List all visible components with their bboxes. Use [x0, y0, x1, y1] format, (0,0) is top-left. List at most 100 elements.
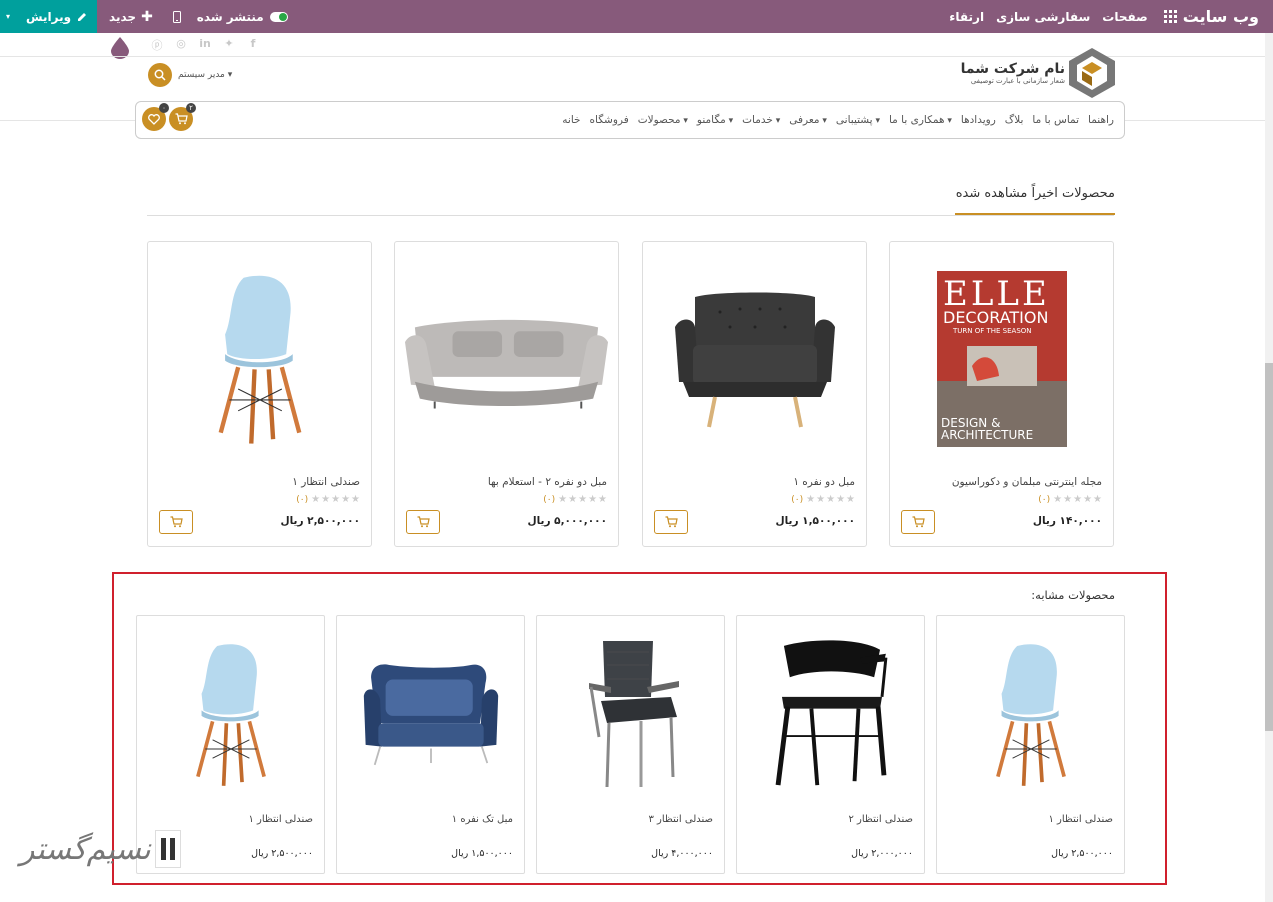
star-icon: ★ [826, 494, 836, 505]
recent-product-card[interactable]: ELLE DECORATION TURN OF THE SEASON DESIG… [889, 241, 1114, 547]
product-price: ۲,۰۰۰,۰۰۰ ریال [851, 848, 913, 859]
pinterest-icon[interactable]: ⓟ [150, 37, 164, 53]
nav-item-4[interactable]: خدمات [742, 114, 780, 126]
cart-icon [665, 516, 678, 528]
star-icon: ★ [568, 494, 578, 505]
cart-icon [417, 516, 430, 528]
similar-product-card[interactable]: مبل تک نفره ۱ ۱,۵۰۰,۰۰۰ ریال [336, 615, 525, 874]
product-image[interactable] [945, 624, 1116, 804]
product-image[interactable] [653, 254, 856, 464]
logo-text: نام شرکت شما شعار سازمانی با عبارت توصیف… [961, 61, 1065, 85]
star-icon: ★ [1053, 494, 1063, 505]
search-button[interactable] [148, 63, 172, 87]
heart-icon [148, 113, 160, 125]
main-navbar: خانه فروشگاه محصولات مگامنو خدمات معرفی پشتیبا… [135, 101, 1125, 139]
publish-toggle[interactable]: منتشر شده [189, 10, 296, 24]
add-to-cart-button[interactable] [159, 510, 193, 534]
product-rating: ★ ★ ★ ★ ★ (۰) [1038, 494, 1102, 505]
add-to-cart-button[interactable] [654, 510, 688, 534]
star-icon: ★ [846, 494, 855, 505]
nav-item-2[interactable]: محصولات [638, 114, 688, 126]
topbar-link-customize[interactable]: سفارشی سازی [990, 10, 1096, 24]
product-price: ۴,۰۰۰,۰۰۰ ریال [651, 848, 713, 859]
new-button[interactable]: جدید ✚ [97, 9, 165, 25]
product-image[interactable] [145, 624, 316, 804]
product-image[interactable]: ELLE DECORATION TURN OF THE SEASON DESIG… [900, 254, 1103, 464]
star-icon: ★ [598, 494, 607, 505]
add-to-cart-button[interactable] [901, 510, 935, 534]
chevron-down-icon: ▾ [227, 70, 233, 80]
star-icon: ★ [1083, 494, 1093, 505]
company-logo-icon [1069, 48, 1115, 98]
product-name[interactable]: مبل دو نفره ۲ - استعلام بها [488, 476, 607, 488]
star-icon: ★ [836, 494, 846, 505]
scrollbar-thumb[interactable] [1265, 363, 1273, 731]
similar-product-card[interactable]: صندلی انتظار ۱ ۲,۵۰۰,۰۰۰ ریال [936, 615, 1125, 874]
nav-item-0[interactable]: خانه [562, 114, 580, 126]
nav-item-9[interactable]: بلاگ [1005, 114, 1024, 126]
add-to-cart-button[interactable] [406, 510, 440, 534]
nav-item-7[interactable]: همکاری با ما [889, 114, 952, 126]
similar-product-card[interactable]: صندلی انتظار ۳ ۴,۰۰۰,۰۰۰ ریال [536, 615, 725, 874]
pause-icon[interactable] [154, 830, 181, 868]
website-menu-button[interactable]: وب سایت [1154, 7, 1273, 26]
facebook-icon[interactable]: f [246, 37, 260, 53]
recent-product-card[interactable]: مبل دو نفره ۱ ★ ★ ★ ★ ★ (۰) ۱,۵۰۰,۰۰۰ ریال [642, 241, 867, 547]
plus-icon: ✚ [141, 8, 153, 25]
nav-item-5[interactable]: معرفی [789, 114, 827, 126]
toggle-switch-icon[interactable] [269, 11, 288, 22]
cart-icon [170, 516, 183, 528]
product-image[interactable] [545, 624, 716, 804]
product-name[interactable]: مبل تک نفره ۱ [452, 814, 513, 825]
product-image[interactable] [745, 624, 916, 804]
admin-topbar: وب سایت صفحات سفارشی سازی ارتقاء ▾ ویرای… [0, 0, 1273, 33]
topbar-link-upgrade[interactable]: ارتقاء [943, 10, 990, 24]
chevron-down-icon[interactable]: ▾ [6, 12, 10, 21]
product-image[interactable] [158, 254, 361, 464]
user-name[interactable]: ▾ مدیر سیستم [178, 70, 232, 80]
edit-button[interactable]: ▾ ویرایش [0, 0, 98, 33]
nav-item-10[interactable]: تماس با ما [1032, 114, 1079, 126]
product-price: ۱,۵۰۰,۰۰۰ ریال [451, 848, 513, 859]
nav-item-6[interactable]: پشتیبانی [836, 114, 880, 126]
star-icon: ★ [331, 494, 341, 505]
similar-product-card[interactable]: صندلی انتظار ۲ ۲,۰۰۰,۰۰۰ ریال [736, 615, 925, 874]
product-price: ۵,۰۰۰,۰۰۰ ریال [527, 515, 607, 527]
nav-item-8[interactable]: رویدادها [961, 114, 996, 126]
watermark-logo-text: نسیم‌گستر [20, 831, 151, 867]
new-label: جدید [109, 9, 137, 24]
linkedin-icon[interactable]: in [198, 37, 212, 53]
instagram-icon[interactable]: ◎ [174, 37, 188, 53]
product-image[interactable] [405, 254, 608, 464]
recent-product-card[interactable]: مبل دو نفره ۲ - استعلام بها ★ ★ ★ ★ ★ (۰) ۵,… [394, 241, 619, 547]
star-icon: ★ [341, 494, 351, 505]
product-name[interactable]: صندلی انتظار ۱ [292, 476, 360, 488]
cart-count-badge: ۲ [186, 103, 196, 113]
nav-item-11[interactable]: راهنما [1088, 114, 1114, 126]
star-icon: ★ [351, 494, 360, 505]
product-name[interactable]: صندلی انتظار ۳ [648, 814, 713, 825]
star-icon: ★ [558, 494, 568, 505]
product-name[interactable]: صندلی انتظار ۱ [1048, 814, 1113, 825]
cart-button[interactable]: ۲ [169, 103, 196, 131]
twitter-icon[interactable]: ✦ [222, 37, 236, 53]
product-rating: ★ ★ ★ ★ ★ (۰) [791, 494, 855, 505]
product-name[interactable]: صندلی انتظار ۲ [848, 814, 913, 825]
recent-product-card[interactable]: صندلی انتظار ۱ ★ ★ ★ ★ ★ (۰) ۲,۵۰۰,۰۰۰ ریال [147, 241, 372, 547]
wishlist-button[interactable]: ۰ [142, 103, 169, 131]
company-logo[interactable]: نام شرکت شما شعار سازمانی با عبارت توصیف… [961, 48, 1115, 98]
star-icon: ★ [806, 494, 816, 505]
rating-count: (۰) [791, 494, 804, 505]
user-menu[interactable]: ▾ مدیر سیستم [148, 63, 232, 87]
nav-item-1[interactable]: فروشگاه [590, 114, 629, 126]
product-name[interactable]: صندلی انتظار ۱ [248, 814, 313, 825]
product-price: ۲,۵۰۰,۰۰۰ ریال [251, 848, 313, 859]
mobile-preview-button[interactable] [165, 10, 189, 23]
nav-item-3[interactable]: مگامنو [697, 114, 733, 126]
recent-title-divider [147, 215, 1114, 216]
topbar-link-pages[interactable]: صفحات [1096, 10, 1153, 24]
product-name[interactable]: مجله اینترنتی مبلمان و دکوراسیون [952, 476, 1102, 488]
company-tagline: شعار سازمانی با عبارت توصیفی [970, 77, 1065, 85]
product-name[interactable]: مبل دو نفره ۱ [793, 476, 855, 488]
product-image[interactable] [345, 624, 516, 804]
